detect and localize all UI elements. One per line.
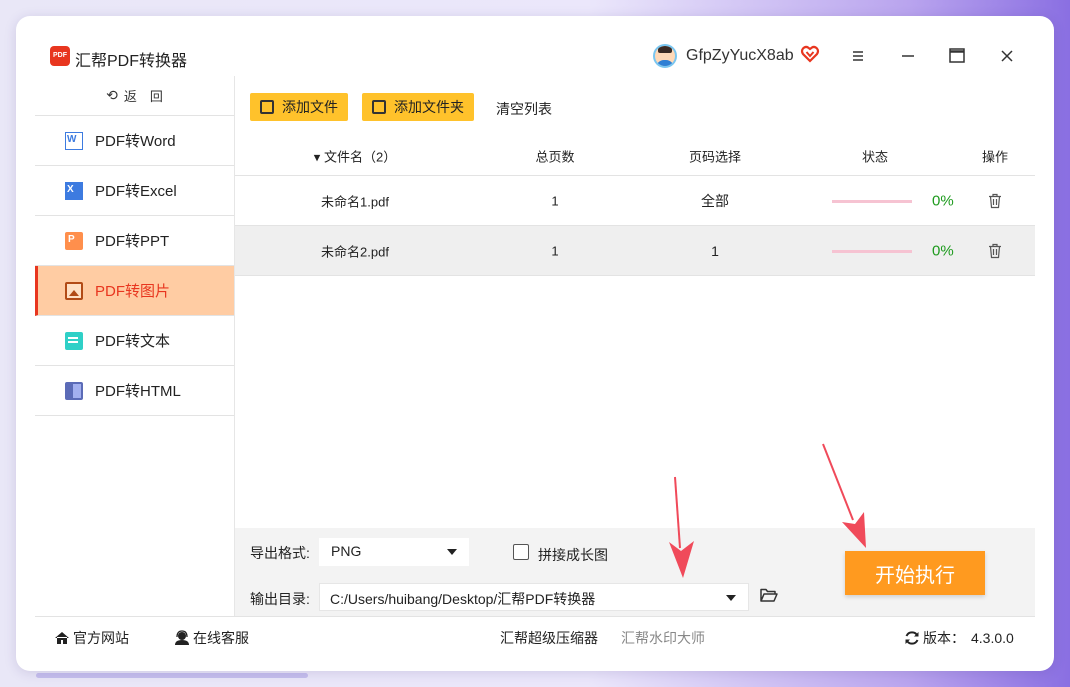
menu-icon[interactable]	[846, 44, 870, 68]
table-row[interactable]: 未命名2.pdf 1 1 0%	[235, 226, 1035, 276]
clear-list-button[interactable]: 清空列表	[496, 99, 552, 119]
sidebar-item-label: PDF转图片	[95, 283, 171, 300]
format-label: 导出格式:	[250, 545, 310, 561]
file-table: ▾ 文件名（2） 总页数 页码选择 状态 操作 未命名1.pdf 1 全部 0%	[235, 136, 1035, 276]
app-window: PDF 汇帮PDF转换器 GfpZyYucX8ab ⟲ 返 回 PDF转Word	[16, 16, 1054, 671]
add-folder-label: 添加文件夹	[394, 99, 464, 115]
add-file-button[interactable]: 添加文件	[250, 93, 348, 121]
word-icon	[65, 131, 83, 150]
back-label: 返 回	[123, 89, 163, 104]
version-label: 版本：	[923, 630, 965, 646]
back-button[interactable]: ⟲ 返 回	[35, 76, 234, 116]
excel-icon	[65, 181, 83, 200]
maximize-icon[interactable]	[945, 44, 969, 68]
table-header: ▾ 文件名（2） 总页数 页码选择 状态 操作	[235, 136, 1035, 176]
sidebar-item-label: PDF转Word	[95, 133, 176, 150]
output-dir-value: C:/Users/huibang/Desktop/汇帮PDF转换器	[330, 591, 596, 607]
sidebar-item-pdf-to-word[interactable]: PDF转Word	[35, 116, 234, 166]
folder-open-icon[interactable]	[760, 588, 778, 602]
title-bar: PDF 汇帮PDF转换器 GfpZyYucX8ab	[16, 16, 1054, 76]
minimize-icon[interactable]	[896, 44, 920, 68]
chevron-down-icon	[726, 595, 736, 601]
footer: 官方网站 在线客服 汇帮超级压缩器 汇帮水印大师 版本： 4.3.0.0	[35, 616, 1035, 656]
username[interactable]: GfpZyYucX8ab	[686, 47, 794, 65]
file-name: 未命名1.pdf	[321, 194, 389, 209]
html-icon	[65, 381, 83, 400]
merge-long-image-label[interactable]: 拼接成长图	[538, 545, 608, 565]
file-name: 未命名2.pdf	[321, 244, 389, 259]
trash-icon[interactable]	[988, 243, 1002, 259]
output-dir-select[interactable]: C:/Users/huibang/Desktop/汇帮PDF转换器	[319, 583, 749, 611]
vip-heart-icon[interactable]	[800, 44, 820, 64]
watermark-link[interactable]: 汇帮水印大师	[621, 628, 705, 648]
header-op: 操作	[981, 149, 1009, 164]
trash-icon[interactable]	[988, 193, 1002, 209]
add-file-label: 添加文件	[282, 99, 338, 115]
chevron-down-icon	[447, 549, 457, 555]
sidebar-item-label: PDF转文本	[95, 333, 171, 350]
header-name[interactable]: ▾ 文件名（2）	[314, 146, 396, 165]
file-pages: 1	[551, 243, 559, 258]
home-icon	[55, 632, 69, 644]
progress-bar	[832, 200, 912, 203]
sidebar-item-label: PDF转HTML	[95, 383, 181, 400]
header-status: 状态	[861, 149, 889, 164]
app-title: 汇帮PDF转换器	[75, 53, 188, 70]
sidebar-item-pdf-to-text[interactable]: PDF转文本	[35, 316, 234, 366]
avatar[interactable]	[653, 44, 677, 68]
progress-percent: 0%	[932, 242, 954, 259]
refresh-icon[interactable]	[904, 630, 920, 646]
progress-percent: 0%	[932, 192, 954, 209]
support-label: 在线客服	[193, 630, 249, 646]
table-row[interactable]: 未命名1.pdf 1 全部 0%	[235, 176, 1035, 226]
image-icon	[65, 281, 83, 300]
add-folder-icon	[372, 100, 386, 114]
sidebar-item-label: PDF转Excel	[95, 183, 177, 200]
page-range[interactable]: 1	[711, 243, 719, 259]
file-pages: 1	[551, 193, 559, 208]
close-icon[interactable]	[995, 44, 1019, 68]
background-strip	[36, 673, 308, 678]
output-settings: 导出格式: PNG 拼接成长图 输出目录: C:/Users/huibang/D…	[235, 528, 1035, 616]
sidebar-item-label: PDF转PPT	[95, 233, 170, 250]
toolbar: 添加文件 添加文件夹 清空列表	[235, 76, 1035, 136]
sidebar: ⟲ 返 回 PDF转Word PDF转Excel PDF转PPT PDF转图片 …	[35, 76, 235, 616]
compressor-link[interactable]: 汇帮超级压缩器	[500, 628, 598, 648]
version-info: 版本： 4.3.0.0	[904, 628, 1014, 648]
official-website-link[interactable]: 官方网站	[54, 628, 129, 648]
website-label: 官方网站	[73, 630, 129, 646]
merge-long-image-checkbox[interactable]	[513, 544, 529, 560]
online-support-link[interactable]: 在线客服	[174, 628, 249, 648]
sort-caret-icon: ▾	[313, 149, 321, 164]
sidebar-item-pdf-to-html[interactable]: PDF转HTML	[35, 366, 234, 416]
header-range: 页码选择	[688, 149, 742, 164]
output-dir-label: 输出目录:	[250, 591, 310, 607]
main-panel: 添加文件 添加文件夹 清空列表 ▾ 文件名（2） 总页数 页码选择 状态 操作 …	[235, 76, 1035, 616]
add-file-icon	[260, 100, 274, 114]
ppt-icon	[65, 231, 83, 250]
version-value: 4.3.0.0	[971, 630, 1014, 646]
progress-bar	[832, 250, 912, 253]
sidebar-item-pdf-to-image[interactable]: PDF转图片	[35, 266, 234, 316]
start-button[interactable]: 开始执行	[845, 551, 985, 595]
page-range[interactable]: 全部	[701, 191, 729, 211]
format-value: PNG	[331, 543, 362, 559]
text-icon	[65, 331, 83, 350]
sidebar-item-pdf-to-excel[interactable]: PDF转Excel	[35, 166, 234, 216]
sidebar-item-pdf-to-ppt[interactable]: PDF转PPT	[35, 216, 234, 266]
support-icon	[175, 630, 189, 645]
add-folder-button[interactable]: 添加文件夹	[362, 93, 474, 121]
back-arrow-icon: ⟲	[106, 87, 118, 103]
header-pages: 总页数	[535, 149, 575, 164]
format-select[interactable]: PNG	[319, 538, 469, 566]
app-logo-icon: PDF	[50, 46, 70, 66]
